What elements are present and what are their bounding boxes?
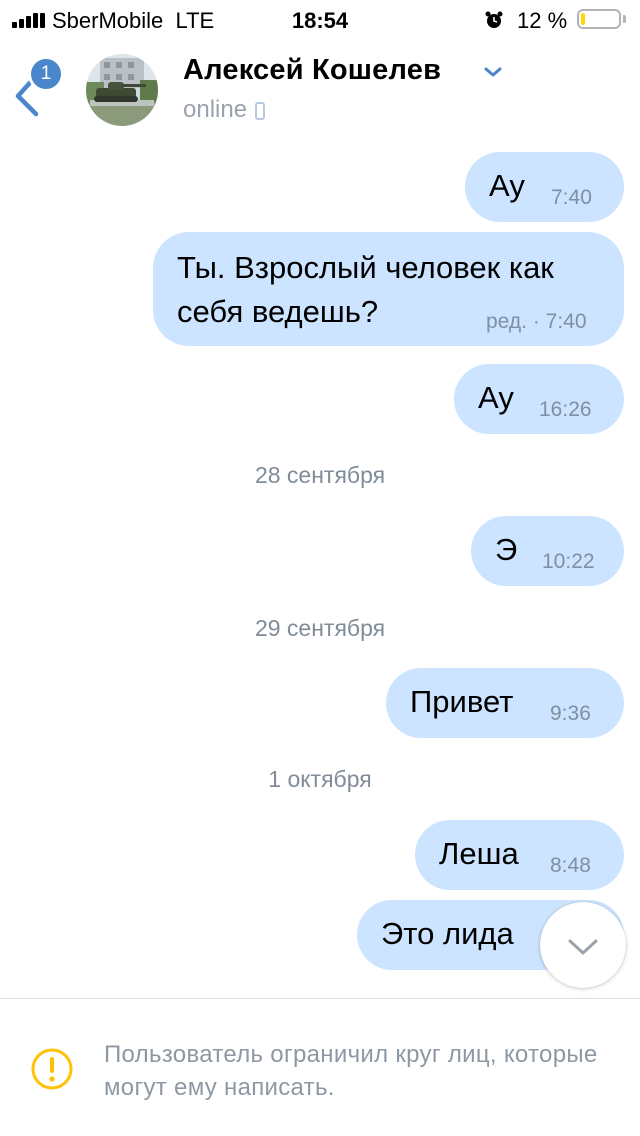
chevron-down-icon — [568, 939, 598, 955]
message-bubble[interactable]: Ты. Взрослый человек как себя ведешь? ре… — [153, 232, 624, 346]
message-text: Ау — [489, 168, 525, 203]
unread-badge: 1 — [28, 56, 64, 92]
message-text-line: себя ведешь? — [177, 294, 379, 329]
chat-header: 1 Алексей Кошелев online — [0, 40, 640, 136]
status-bar: SberMobile LTE 18:54 12 % — [0, 0, 640, 40]
message-bubble[interactable]: Э 10:22 — [471, 516, 624, 586]
avatar[interactable] — [86, 54, 158, 126]
mobile-device-icon — [255, 102, 266, 120]
restriction-notice: Пользователь ограничил круг лиц, которые… — [104, 1041, 598, 1101]
message-time: 10:22 — [542, 550, 595, 573]
message-bubble[interactable]: Леша 8:48 — [415, 820, 624, 890]
message-bubble[interactable]: Ау 16:26 — [454, 364, 624, 434]
battery-percent: 12 % — [517, 8, 568, 33]
message-time: 7:40 — [551, 186, 592, 209]
message-bubble[interactable]: Ау 7:40 — [465, 152, 624, 222]
online-status: online — [183, 96, 266, 124]
contact-name: Алексей Кошелев — [183, 54, 442, 86]
message-time: 9:36 — [550, 702, 591, 725]
message-edited-time: ред. · 7:40 — [486, 310, 587, 333]
message-text-line: Ты. Взрослый человек как — [177, 250, 554, 285]
message-text: Леша — [439, 836, 519, 871]
chevron-down-icon — [484, 67, 502, 77]
message-bubble[interactable]: Привет 9:36 — [386, 668, 624, 738]
message-time: 16:26 — [539, 398, 592, 421]
message-text: Э — [495, 532, 518, 567]
scroll-to-bottom-button[interactable] — [540, 902, 626, 988]
contact-name-button[interactable]: Алексей Кошелев — [183, 54, 502, 90]
warning-circle-icon — [31, 1048, 73, 1090]
message-text: Привет — [410, 684, 514, 719]
message-text: Ау — [478, 380, 514, 415]
battery-icon — [577, 9, 621, 29]
composer-divider — [0, 998, 640, 999]
date-separator: 29 сентября — [254, 615, 386, 641]
alarm-icon — [485, 11, 503, 28]
date-separator: 28 сентября — [254, 462, 386, 488]
date-separator: 1 октября — [268, 766, 372, 792]
message-text: Это лида — [381, 916, 514, 951]
message-time: 8:48 — [550, 854, 591, 877]
